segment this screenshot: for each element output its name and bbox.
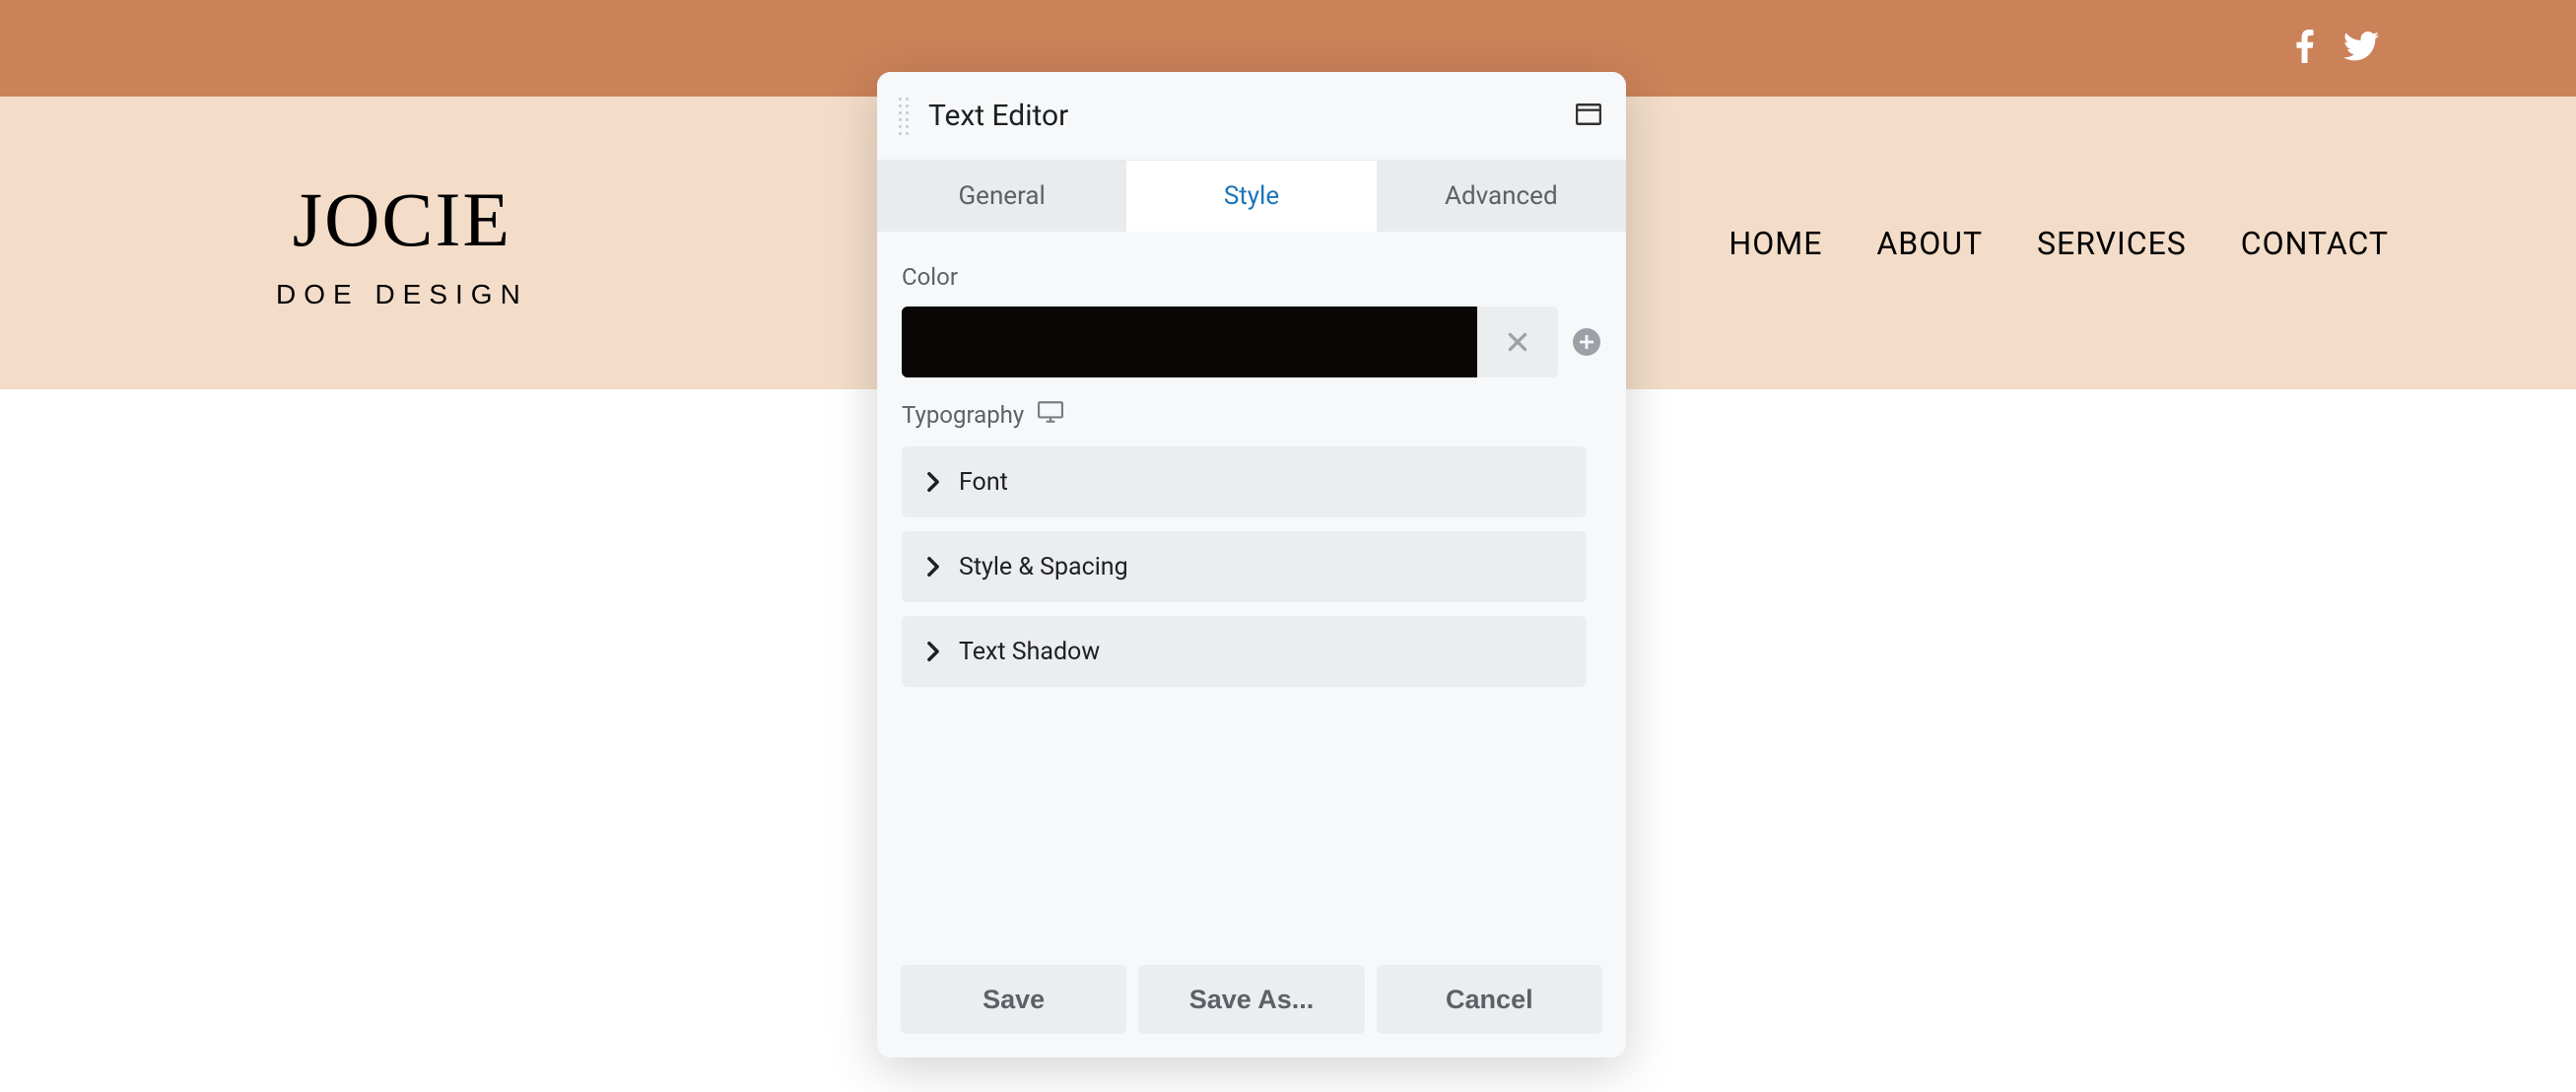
window-toggle-icon[interactable] bbox=[1576, 103, 1601, 129]
save-as-button[interactable]: Save As... bbox=[1138, 965, 1364, 1034]
color-clear-button[interactable] bbox=[1477, 307, 1558, 377]
drag-handle-icon[interactable] bbox=[897, 92, 911, 141]
twitter-icon[interactable] bbox=[2343, 32, 2379, 65]
nav-link-home[interactable]: HOME bbox=[1729, 225, 1822, 262]
nav-links: HOME ABOUT SERVICES CONTACT bbox=[1729, 225, 2389, 262]
accordion-text-shadow[interactable]: Text Shadow bbox=[902, 616, 1587, 687]
accordion-text-shadow-label: Text Shadow bbox=[959, 638, 1100, 666]
responsive-device-icon[interactable] bbox=[1038, 401, 1063, 429]
chevron-right-icon bbox=[925, 556, 941, 578]
nav-link-about[interactable]: ABOUT bbox=[1876, 225, 1983, 262]
accordion-style-spacing-label: Style & Spacing bbox=[959, 553, 1128, 581]
color-add-button[interactable] bbox=[1572, 327, 1601, 357]
accordion-font[interactable]: Font bbox=[902, 446, 1587, 517]
cancel-button[interactable]: Cancel bbox=[1377, 965, 1602, 1034]
logo-sub-text: DOE DESIGN bbox=[276, 279, 528, 310]
editor-header: Text Editor bbox=[877, 72, 1626, 161]
text-editor-modal: Text Editor General Style Advanced Color… bbox=[877, 72, 1626, 1058]
site-logo[interactable]: JOCIE DOE DESIGN bbox=[276, 175, 528, 310]
nav-link-services[interactable]: SERVICES bbox=[2037, 225, 2187, 262]
accordion-style-spacing[interactable]: Style & Spacing bbox=[902, 531, 1587, 602]
editor-tabs: General Style Advanced bbox=[877, 161, 1626, 232]
editor-title: Text Editor bbox=[928, 99, 1576, 133]
logo-main-text: JOCIE bbox=[293, 175, 511, 264]
typography-section-label: Typography bbox=[902, 401, 1601, 429]
close-icon bbox=[1505, 329, 1530, 355]
color-row bbox=[902, 307, 1601, 377]
editor-footer: Save Save As... Cancel bbox=[877, 947, 1626, 1058]
plus-circle-icon bbox=[1573, 328, 1600, 356]
nav-link-contact[interactable]: CONTACT bbox=[2241, 225, 2389, 262]
tab-advanced[interactable]: Advanced bbox=[1377, 161, 1626, 232]
chevron-right-icon bbox=[925, 641, 941, 662]
color-input-group bbox=[902, 307, 1558, 377]
facebook-icon[interactable] bbox=[2296, 30, 2314, 67]
typography-label-text: Typography bbox=[902, 401, 1024, 429]
accordion-font-label: Font bbox=[959, 468, 1008, 497]
chevron-right-icon bbox=[925, 471, 941, 493]
save-button[interactable]: Save bbox=[901, 965, 1126, 1034]
color-swatch[interactable] bbox=[902, 307, 1477, 377]
editor-body: Color Typography Font bbox=[877, 232, 1626, 947]
tab-style[interactable]: Style bbox=[1126, 161, 1376, 232]
tab-general[interactable]: General bbox=[877, 161, 1126, 232]
color-section-label: Color bbox=[902, 263, 1601, 291]
